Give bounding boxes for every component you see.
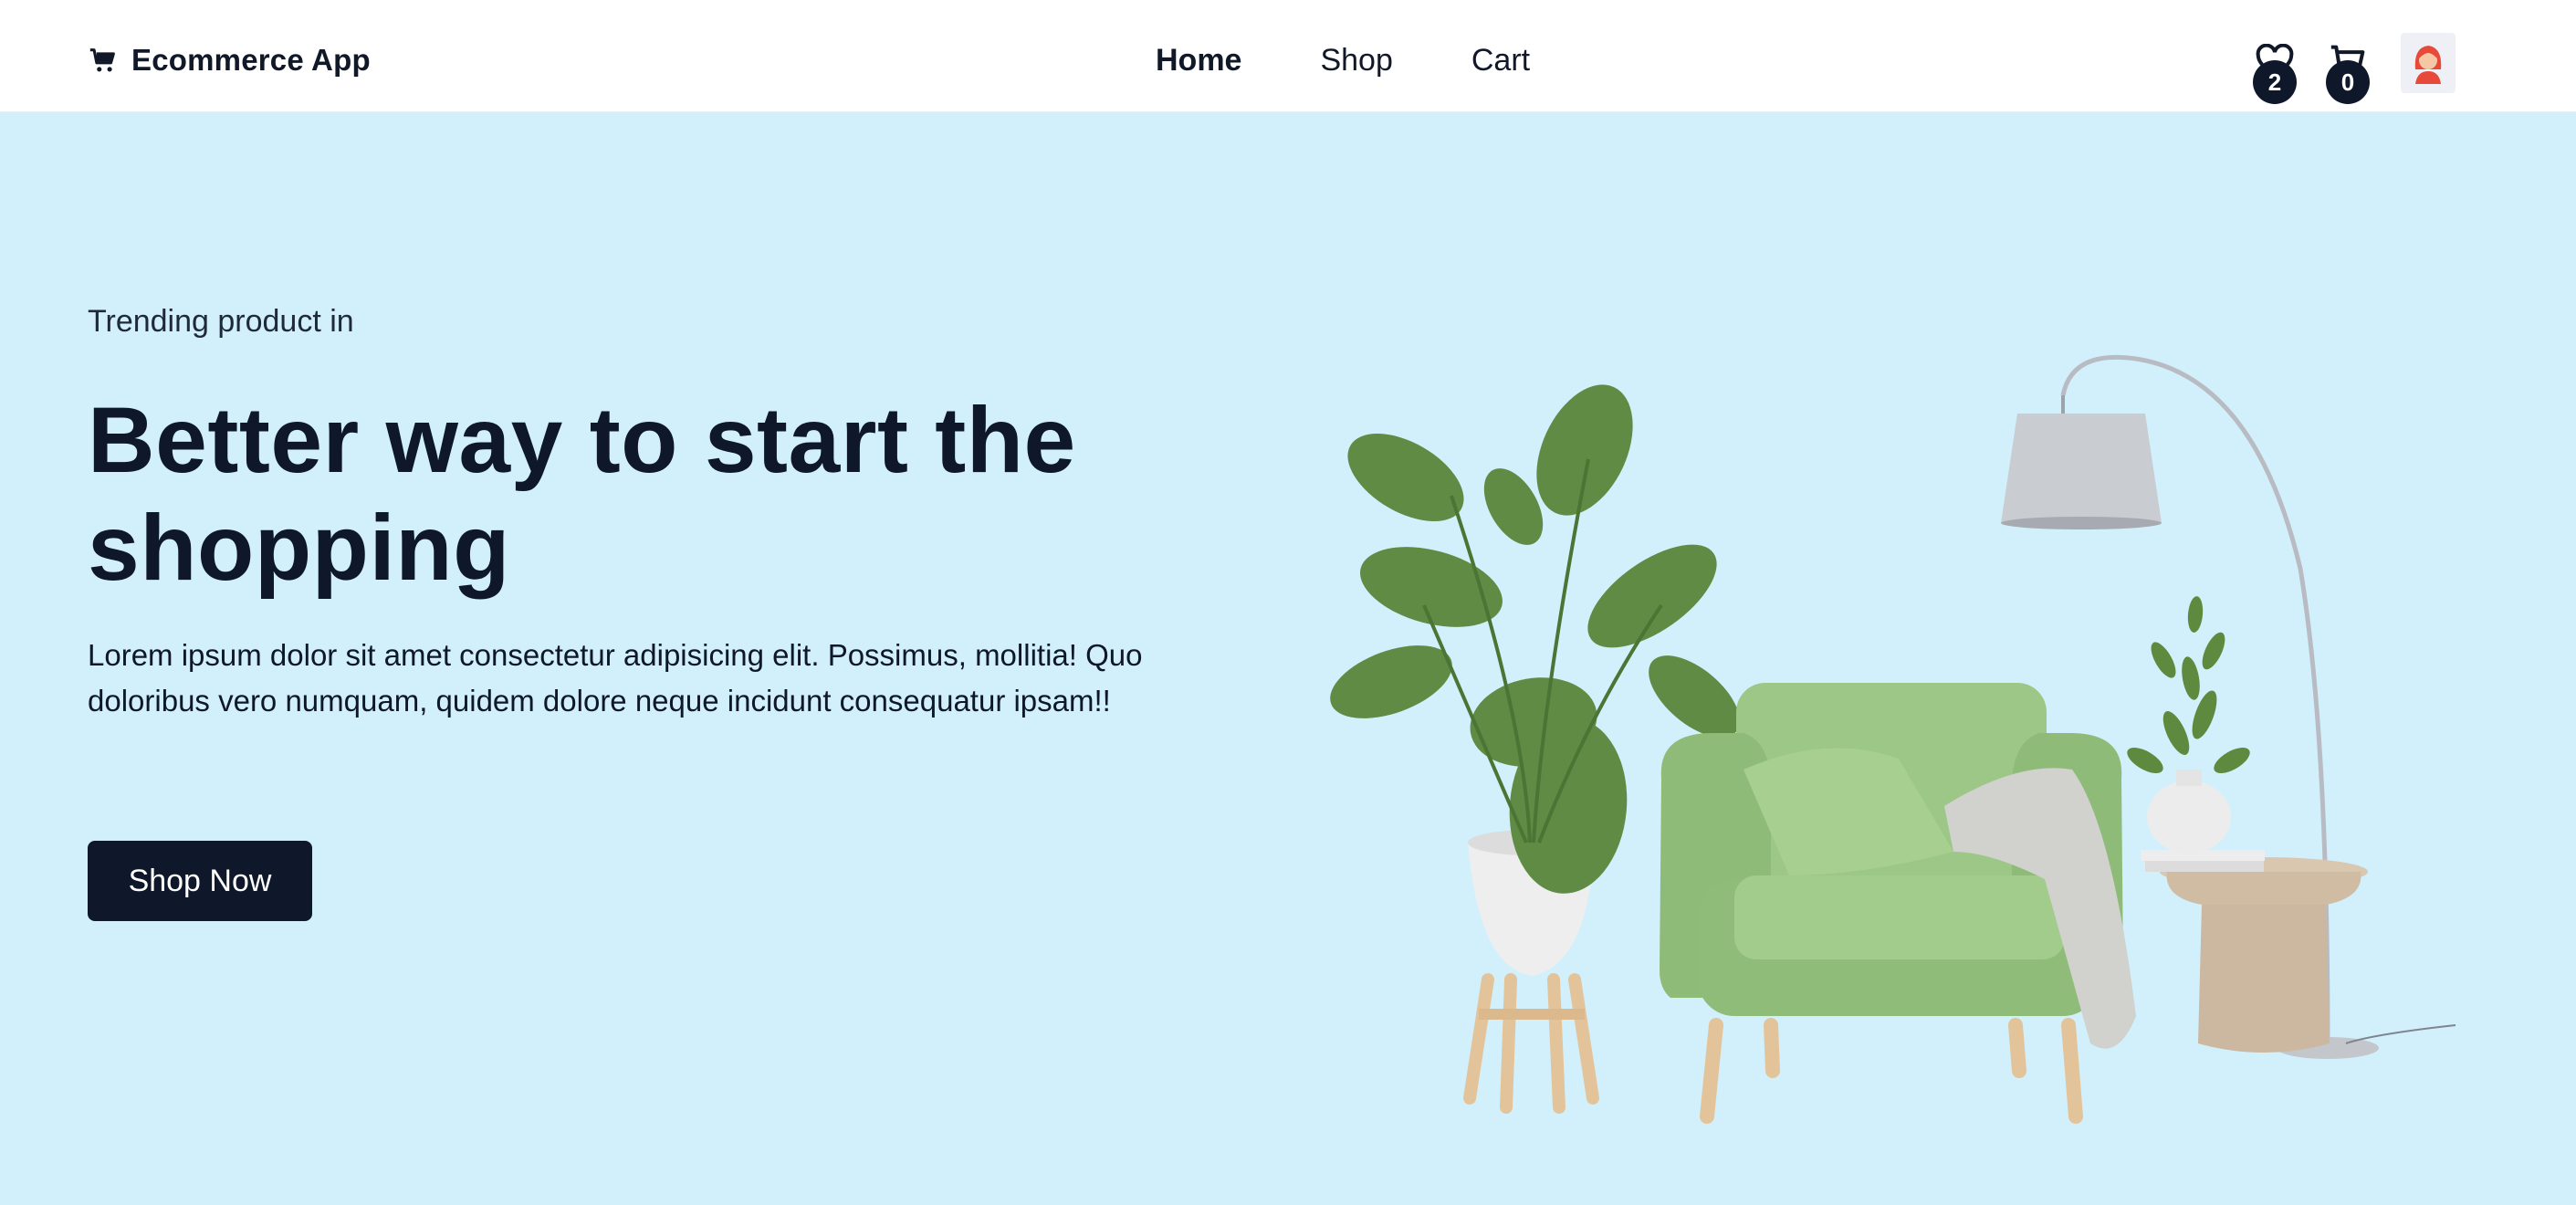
wishlist-button[interactable]: 2: [2251, 37, 2302, 104]
hero-title: Better way to start the shopping: [88, 388, 1076, 600]
hero-description: Lorem ipsum dolor sit amet consectetur a…: [88, 638, 1143, 718]
nav-icons: 2 0: [2251, 33, 2461, 106]
brand[interactable]: Ecommerce App: [88, 38, 371, 82]
wishlist-count-badge: 2: [2253, 60, 2297, 104]
hero-section: Trending product in Better way to start …: [0, 112, 2576, 1205]
cart-button[interactable]: 0: [2324, 37, 2375, 104]
hero-eyebrow: Trending product in: [88, 304, 354, 339]
shop-now-button[interactable]: Shop Now: [88, 841, 312, 921]
hero-illustration: [1314, 222, 2483, 1135]
nav-link-home[interactable]: Home: [1156, 43, 1241, 79]
nav-link-shop[interactable]: Shop: [1320, 43, 1392, 79]
brand-name: Ecommerce App: [131, 43, 371, 77]
furniture-illustration: [1330, 354, 2456, 1124]
nav-link-cart[interactable]: Cart: [1471, 43, 1530, 79]
user-avatar[interactable]: [2401, 33, 2456, 93]
main-nav: Home Shop Cart: [1156, 38, 1530, 82]
cart-count-badge: 0: [2326, 60, 2370, 104]
avatar-icon: [2414, 46, 2442, 84]
cart-icon: [89, 48, 115, 72]
navbar: Ecommerce App Home Shop Cart 2 0: [0, 0, 2576, 112]
